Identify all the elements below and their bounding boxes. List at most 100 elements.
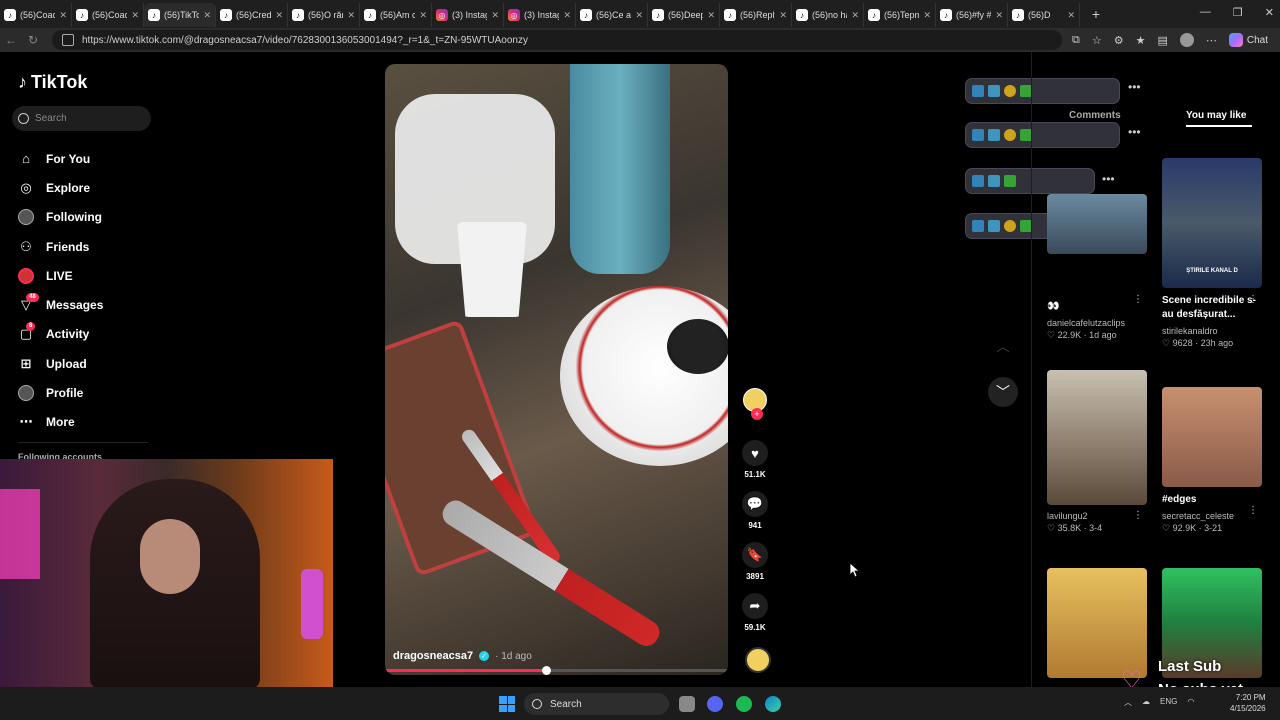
sidebar-item-messages[interactable]: ▽ 48 Messages [18, 290, 103, 319]
next-video-icon[interactable]: ﹀ [988, 377, 1018, 407]
video-thumbnail[interactable] [1047, 370, 1147, 505]
cloud-icon[interactable]: ☁ [1142, 697, 1150, 708]
extensions-icon[interactable]: ⚙ [1114, 34, 1124, 47]
video-player[interactable]: dragosneacsa7 ✓ · 1d ago [385, 64, 728, 675]
browser-tab[interactable]: ♪(56)Coach✕ [0, 3, 72, 27]
card-menu-icon[interactable]: ⋮ [1133, 510, 1143, 521]
tab-you-may-like[interactable]: You may like [1186, 110, 1252, 127]
tray-overflow-icon[interactable]: ︿ [1124, 697, 1132, 708]
browser-tab[interactable]: ♪ (56)Reply ✕ [720, 3, 792, 27]
copilot-chat-button[interactable]: Chat [1228, 33, 1268, 47]
close-tab-icon[interactable]: ✕ [347, 10, 355, 21]
sidebar-item-live[interactable]: LIVE [18, 261, 103, 290]
minimize-icon[interactable]: — [1200, 6, 1211, 19]
recommended-video-card[interactable]: #edges secretacc_celeste ♡ 92.9K · 3-21 … [1162, 387, 1262, 534]
progress-handle[interactable] [542, 666, 552, 675]
comment-action[interactable]: 💬 941 [740, 491, 770, 530]
sidebar-item-activity[interactable]: ▢ 8 Activity [18, 320, 103, 349]
search-input[interactable]: Search [12, 106, 151, 131]
discord-icon[interactable] [707, 696, 723, 712]
browser-tab[interactable]: ♪ (56)Deep ✕ [648, 3, 720, 27]
previous-video-icon[interactable]: ︿ [990, 334, 1016, 360]
video-thumbnail[interactable] [1162, 387, 1262, 487]
tab-comments[interactable]: Comments [1069, 110, 1121, 121]
browser-tab[interactable]: ♪(56)Ce am✕ [576, 3, 648, 27]
edge-icon[interactable] [765, 696, 781, 712]
share-action[interactable]: ➦ 59.1K [740, 593, 770, 632]
tiktok-logo[interactable]: ♪ TikTok [18, 72, 87, 93]
comment-icon[interactable]: 💬 [742, 491, 768, 517]
recommended-video-card[interactable]: ȘTIRILE KANAL D Scene incredibile s-au d… [1162, 158, 1262, 349]
close-tab-icon[interactable]: ✕ [1067, 10, 1075, 21]
close-tab-icon[interactable]: ✕ [923, 10, 931, 21]
language-indicator[interactable]: ENG [1160, 697, 1177, 708]
browser-tab[interactable]: ♪ (56)#fy # ✕ [936, 3, 1008, 27]
music-disc-icon[interactable] [745, 647, 771, 673]
browser-tab[interactable]: ♪ (56)Cred ✕ [216, 3, 288, 27]
favorite-star-icon[interactable]: ☆ [1092, 34, 1102, 47]
reload-icon[interactable]: ↻ [22, 33, 44, 47]
wifi-icon[interactable]: ◠ [1187, 697, 1194, 708]
site-info-icon[interactable] [62, 34, 74, 46]
close-tab-icon[interactable]: ✕ [275, 10, 283, 21]
video-thumbnail[interactable] [1047, 194, 1147, 254]
profile-avatar[interactable] [1179, 33, 1194, 47]
browser-tab[interactable]: ♪(56)TikTok✕ [144, 3, 216, 27]
card-menu-icon[interactable]: ⋮ [1133, 294, 1143, 305]
close-tab-icon[interactable]: ✕ [563, 10, 571, 21]
recommended-video-card[interactable] [1047, 568, 1147, 678]
taskbar-search[interactable]: Search [524, 693, 669, 715]
close-tab-icon[interactable]: ✕ [131, 10, 139, 21]
start-icon[interactable] [499, 696, 515, 712]
video-thumbnail[interactable] [1047, 568, 1147, 678]
sidebar-item-explore[interactable]: ◎ Explore [18, 173, 103, 202]
close-tab-icon[interactable]: ✕ [635, 10, 643, 21]
share-icon[interactable]: ➦ [742, 593, 768, 619]
close-tab-icon[interactable]: ✕ [419, 10, 427, 21]
sidebar-item-more[interactable]: ⋯ More [18, 408, 103, 437]
heart-icon[interactable]: ♥ [742, 440, 768, 466]
close-tab-icon[interactable]: ✕ [203, 10, 211, 21]
clock[interactable]: 7:20 PM 4/15/2026 [1230, 692, 1266, 714]
sidebar-item-following[interactable]: Following [18, 203, 103, 232]
recommended-video-card[interactable]: 👀 danielcafelutzaclips ♡ 22.9K · 1d ago … [1047, 194, 1147, 341]
browser-tab[interactable]: ♪ (56)Tepm ✕ [864, 3, 936, 27]
close-tab-icon[interactable]: ✕ [707, 10, 715, 21]
spotify-icon[interactable] [736, 696, 752, 712]
new-tab-icon[interactable]: + [1086, 6, 1106, 22]
back-icon[interactable]: ← [0, 33, 22, 47]
card-menu-icon[interactable]: ⋮ [1248, 505, 1258, 516]
creator-avatar[interactable]: + [743, 388, 767, 420]
browser-tab[interactable]: ◎ (3) Instag ✕ [432, 3, 504, 27]
favorites-icon[interactable]: ★ [1136, 34, 1146, 47]
sidebar-item-profile[interactable]: Profile [18, 378, 103, 407]
like-action[interactable]: ♥ 51.1K [740, 440, 770, 479]
video-thumbnail[interactable]: ȘTIRILE KANAL D [1162, 158, 1262, 288]
save-action[interactable]: 🔖 3891 [740, 542, 770, 581]
bookmark-icon[interactable]: 🔖 [742, 542, 768, 568]
url-field[interactable]: https://www.tiktok.com/@dragosneacsa7/vi… [52, 30, 1062, 50]
close-tab-icon[interactable]: ✕ [851, 10, 859, 21]
close-tab-icon[interactable]: ✕ [779, 10, 787, 21]
close-tab-icon[interactable]: ✕ [491, 10, 499, 21]
collections-icon[interactable]: ▤ [1157, 34, 1167, 47]
more-menu-icon[interactable]: ⋯ [1206, 34, 1217, 47]
video-progress-bar[interactable] [385, 666, 728, 675]
close-window-icon[interactable]: ✕ [1265, 6, 1274, 19]
browser-tab[interactable]: ♪ (56)no ha ✕ [792, 3, 864, 27]
recommended-video-card[interactable]: lavilungu2 ♡ 35.8K · 3-4 ⋮ [1047, 370, 1147, 534]
author-name[interactable]: dragosneacsa7 [393, 650, 473, 662]
close-tab-icon[interactable]: ✕ [59, 10, 67, 21]
follow-plus-icon[interactable]: + [751, 408, 763, 420]
browser-tab[interactable]: ♪(56)O răm✕ [288, 3, 360, 27]
split-screen-icon[interactable]: ⧉ [1072, 34, 1080, 47]
task-view-icon[interactable] [679, 696, 695, 712]
browser-tab[interactable]: ♪(56)Coach✕ [72, 3, 144, 27]
restore-icon[interactable]: ❐ [1233, 6, 1243, 19]
browser-tab[interactable]: ♪(56)Am ca✕ [360, 3, 432, 27]
card-menu-icon[interactable]: ⋮ [1248, 294, 1258, 305]
sidebar-item-for-you[interactable]: ⌂ For You [18, 144, 103, 173]
close-tab-icon[interactable]: ✕ [995, 10, 1003, 21]
browser-tab[interactable]: ◎ (3) Instag ✕ [504, 3, 576, 27]
browser-tab[interactable]: ♪ (56)D ✕ [1008, 3, 1080, 27]
